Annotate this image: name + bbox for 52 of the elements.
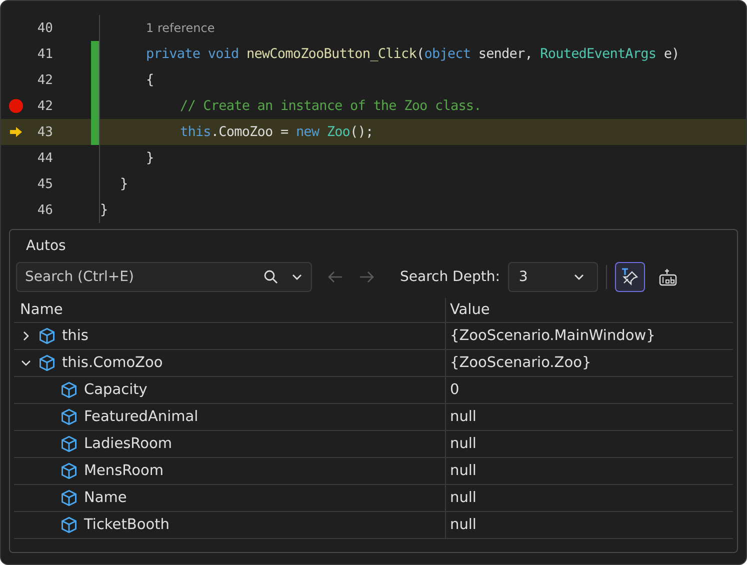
cube-icon (60, 381, 78, 399)
cube-icon (60, 516, 78, 534)
code-line: { (146, 72, 154, 88)
line-number: 42 (36, 98, 53, 114)
variable-name: Capacity (84, 382, 148, 398)
search-field[interactable]: Search (Ctrl+E) (16, 262, 312, 292)
line-number: 40 (36, 20, 53, 36)
search-icon[interactable] (263, 269, 279, 285)
cube-icon (60, 408, 78, 426)
variable-name: this (62, 328, 88, 344)
cube-icon (38, 327, 56, 345)
variable-value: null (449, 490, 476, 506)
variable-value: null (449, 436, 476, 452)
search-input[interactable]: Search (Ctrl+E) (23, 268, 253, 286)
variable-name: this.ComoZoo (62, 355, 163, 371)
breakpoint-icon[interactable] (9, 99, 23, 113)
column-header[interactable]: Value (446, 302, 490, 318)
label-tag-icon[interactable] (658, 267, 678, 287)
search-depth-label: Search Depth: (400, 269, 500, 285)
variable-value: null (449, 463, 476, 479)
code-line: this.ComoZoo = new Zoo(); (180, 124, 374, 140)
pin-icon[interactable] (620, 267, 640, 287)
code-line: } (100, 202, 108, 218)
variable-name: Name (84, 490, 127, 506)
column-header[interactable]: Name (14, 298, 446, 322)
panel-title: Autos (25, 237, 67, 256)
code-line: // Create an instance of the Zoo class. (180, 98, 482, 114)
variable-value: 0 (449, 382, 460, 398)
line-number: 45 (36, 176, 53, 192)
reference-count-link[interactable]: 1 reference (146, 21, 215, 35)
variable-value: null (449, 517, 476, 533)
variable-name: FeaturedAnimal (84, 409, 198, 425)
code-line: } (120, 176, 128, 192)
variable-value: {ZooScenario.MainWindow} (449, 328, 656, 344)
line-number: 46 (36, 202, 53, 218)
cube-icon (60, 435, 78, 453)
search-depth-dropdown[interactable]: 3 (508, 262, 598, 292)
variable-name: LadiesRoom (84, 436, 172, 452)
line-number: 43 (36, 124, 53, 140)
variable-name: MensRoom (84, 463, 164, 479)
cube-icon (60, 489, 78, 507)
line-number: 41 (36, 46, 53, 62)
code-line: } (146, 150, 154, 166)
code-line: private void newComoZooButton_Click(object sender, RoutedEventArgs e) (146, 46, 680, 62)
pin-button[interactable] (614, 262, 645, 292)
line-number: 44 (36, 150, 53, 166)
cube-icon (38, 354, 56, 372)
variable-value: {ZooScenario.Zoo} (449, 355, 592, 371)
cube-icon (60, 462, 78, 480)
line-number: 42 (36, 72, 53, 88)
variable-name: TicketBooth (84, 517, 170, 533)
variable-value: null (449, 409, 476, 425)
